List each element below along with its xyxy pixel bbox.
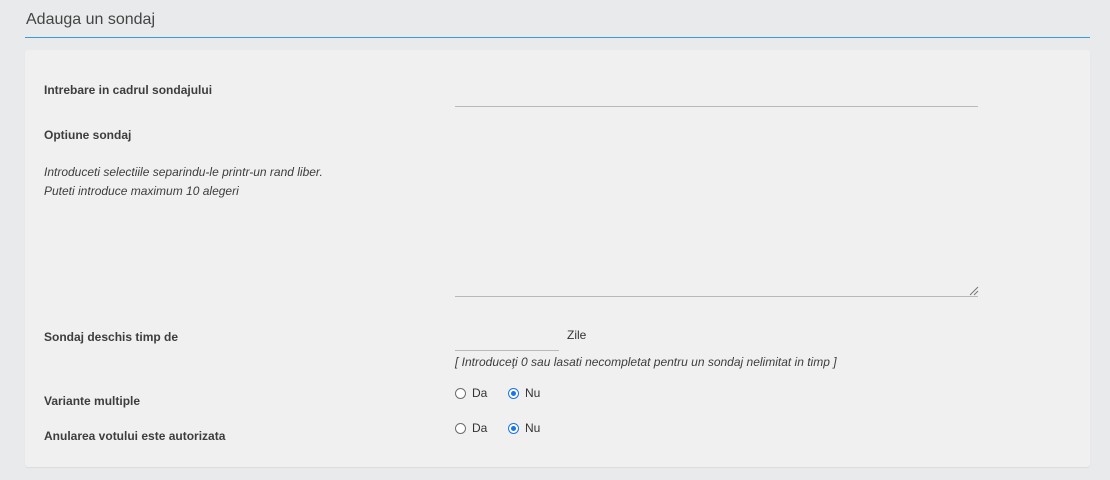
duration-days-input[interactable] — [455, 332, 559, 351]
options-hint-line1: Introduceti selectiile separindu-le prin… — [44, 165, 323, 179]
page: Adauga un sondaj Intrebare in cadrul son… — [0, 0, 1110, 480]
resize-handle-icon[interactable] — [969, 286, 979, 296]
radio-checked-icon[interactable] — [508, 422, 519, 434]
radio-label: Nu — [525, 421, 541, 435]
page-title: Adauga un sondaj — [26, 11, 155, 28]
radio-label: Nu — [525, 386, 541, 400]
radio-checked-icon[interactable] — [508, 387, 519, 399]
duration-label: Sondaj deschis timp de — [44, 330, 179, 344]
question-label: Intrebare in cadrul sondajului — [44, 83, 213, 97]
options-label: Optiune sondaj — [44, 128, 132, 142]
duration-unit: Zile — [567, 328, 587, 342]
options-textarea[interactable] — [455, 150, 978, 297]
section-header: Adauga un sondaj — [25, 0, 1090, 38]
vote-cancel-radio-no[interactable]: Nu — [508, 421, 540, 435]
radio-label: Da — [472, 421, 488, 435]
vote-cancel-radio-yes[interactable]: Da — [455, 421, 487, 435]
radio-unchecked-icon[interactable] — [455, 387, 466, 399]
multiple-radio-yes[interactable]: Da — [455, 386, 487, 400]
radio-unchecked-icon[interactable] — [455, 422, 466, 434]
options-hint-line2: Puteti introduce maximum 10 alegeri — [44, 184, 239, 198]
radio-label: Da — [472, 386, 488, 400]
vote-cancel-label: Anularea votului este autorizata — [44, 429, 226, 443]
duration-hint: [ Introduceţi 0 sau lasati necompletat p… — [455, 355, 837, 369]
question-input[interactable] — [455, 88, 978, 107]
poll-form-panel: Intrebare in cadrul sondajului Optiune s… — [25, 50, 1090, 467]
multiple-label: Variante multiple — [44, 394, 141, 408]
multiple-radio-no[interactable]: Nu — [508, 386, 540, 400]
